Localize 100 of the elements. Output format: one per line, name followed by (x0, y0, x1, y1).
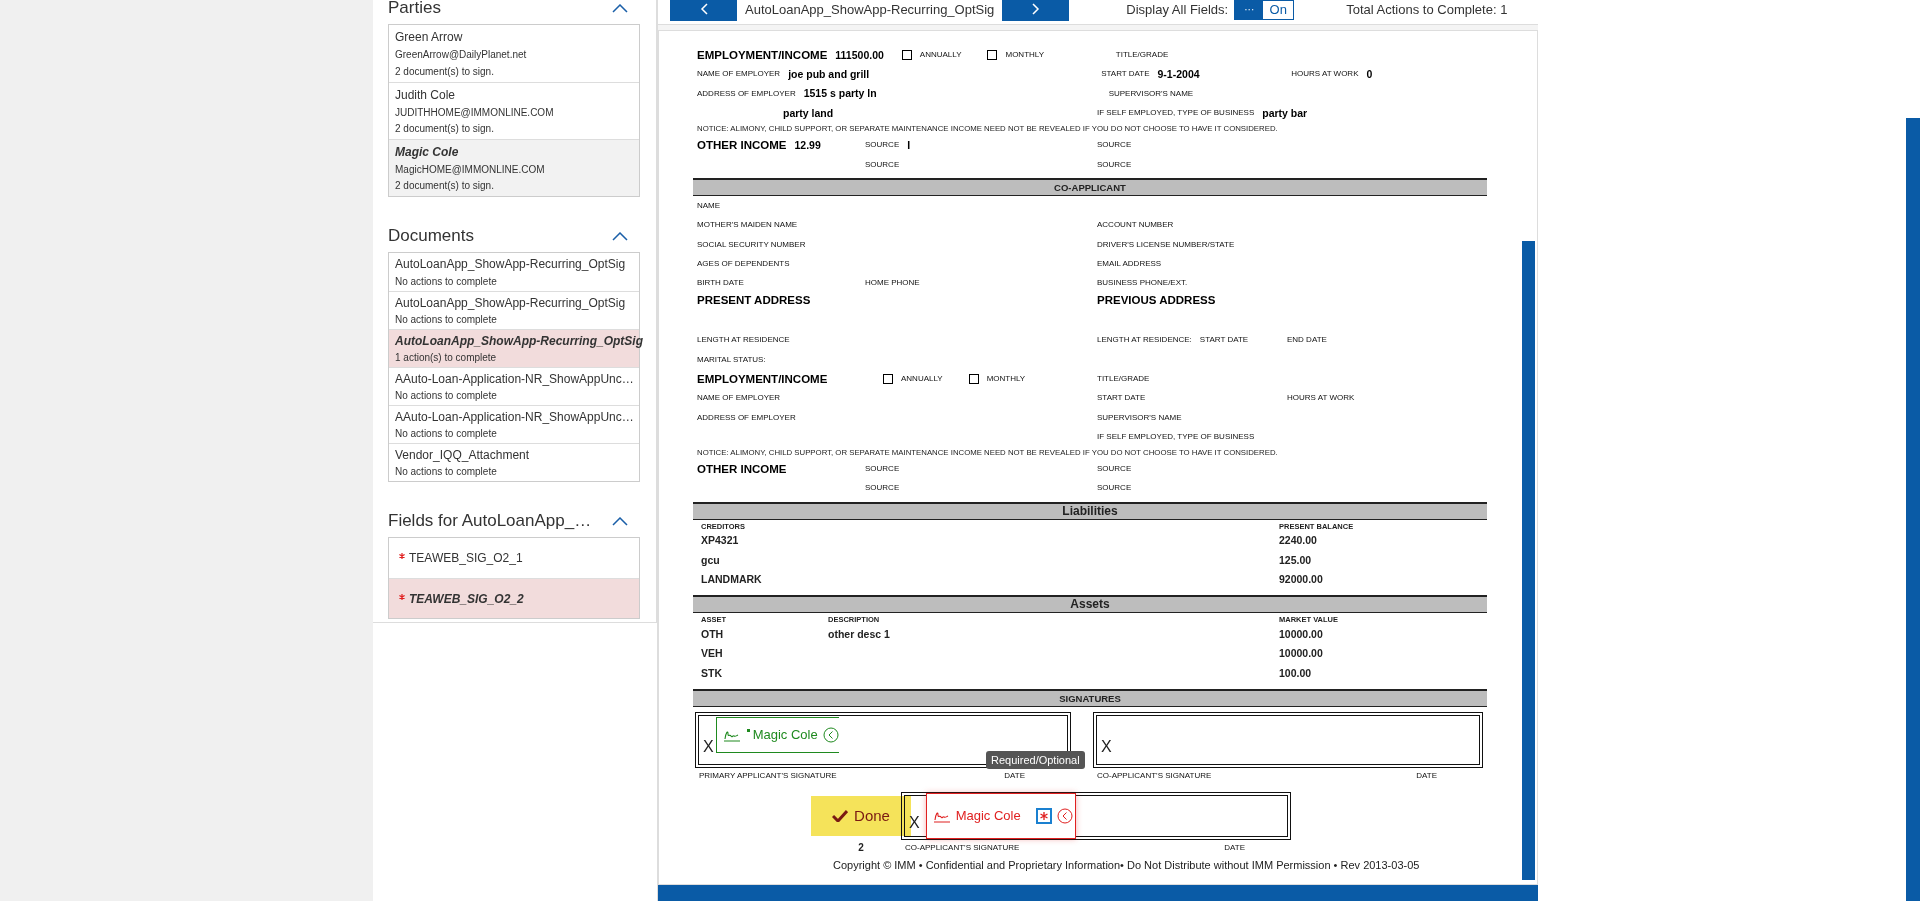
document-title: AutoLoanApp_ShowApp-Recurring_OptSig (745, 1, 995, 17)
required-icon (399, 593, 405, 600)
checkbox[interactable] (968, 373, 979, 384)
field-label: SOURCE (865, 483, 900, 493)
checkbox[interactable] (883, 373, 893, 384)
field-label: ADDRESS OF EMPLOYER (697, 88, 796, 98)
next-button[interactable] (1002, 0, 1070, 21)
copyright-text: Copyright © IMM • Confidential and Proprietary Information• Do Not Distribute without IMM Permission • Rev 2013-03-05 (833, 858, 1421, 871)
date-label: DATE (1004, 770, 1025, 780)
field-item[interactable]: TEAWEB_SIG_O2_2 (389, 578, 639, 618)
field-label: MOTHER'S MAIDEN NAME (697, 220, 798, 230)
table-cell: 10000.00 (1279, 647, 1323, 660)
field-label: ACCOUNT NUMBER (1097, 220, 1174, 230)
signature-label: CO-APPLICANT'S SIGNATURE (1097, 770, 1212, 780)
signature-tag[interactable]: Magic Cole (925, 792, 1076, 839)
section-label: EMPLOYMENT/INCOME (697, 372, 828, 385)
signature-x: X (703, 737, 714, 756)
field-label: HOURS AT WORK (1291, 69, 1359, 79)
checkbox-label: MONTHLY (986, 374, 1026, 383)
checkbox[interactable] (901, 49, 912, 60)
chevron-left-icon (699, 3, 708, 15)
section-title: Fields for AutoLoanApp_… (388, 511, 592, 531)
field-value: 111500.00 (835, 48, 884, 61)
field-label: AGES OF DEPENDENTS (697, 258, 790, 268)
field-label: TITLE/GRADE (1097, 374, 1150, 383)
field-value: 12.99 (794, 138, 821, 151)
table-cell: other desc 1 (828, 627, 890, 640)
collapse-icon[interactable] (612, 231, 628, 241)
field-label: BIRTH DATE (697, 278, 744, 288)
field-label: IF SELF EMPLOYED, TYPE OF BUSINESS (1097, 108, 1255, 118)
section-label: PREVIOUS ADDRESS (1097, 294, 1216, 307)
field-label: HOURS AT WORK (1287, 393, 1355, 403)
section-title: Documents (388, 226, 474, 246)
table-cell: VEH (701, 647, 723, 660)
table-cell: 100.00 (1279, 666, 1312, 679)
field-label: START DATE (1199, 335, 1249, 345)
table-cell: LANDMARK (701, 573, 762, 586)
field-label: BUSINESS PHONE/EXT. (1097, 278, 1188, 288)
signature-x: X (1101, 737, 1112, 756)
table-cell: STK (701, 666, 722, 679)
signature-tag[interactable]: Magic Cole (715, 716, 839, 753)
field-label: SUPERVISOR'S NAME (1097, 412, 1182, 422)
field-value: 0 (1366, 67, 1373, 80)
field-label: ADDRESS OF EMPLOYER (697, 412, 796, 422)
collapse-icon[interactable] (612, 516, 628, 526)
field-label: EMAIL ADDRESS (1097, 258, 1162, 268)
table-cell: 125.00 (1279, 553, 1312, 566)
chevron-right-icon (1031, 3, 1040, 15)
field-label: SOURCE (1097, 464, 1132, 474)
field-value: 9-1-2004 (1157, 67, 1200, 80)
total-actions: Total Actions to Complete: 1 (1346, 1, 1508, 17)
field-label: SOURCE (1097, 140, 1132, 150)
collapse-icon[interactable] (822, 726, 839, 743)
display-fields-toggle[interactable]: ··· On (1234, 0, 1295, 20)
section-label: OTHER INCOME (697, 462, 787, 475)
field-label: NAME OF EMPLOYER (697, 69, 781, 79)
table-cell: XP4321 (701, 534, 739, 547)
field-label: LENGTH AT RESIDENCE: (1097, 335, 1192, 345)
section-label: OTHER INCOME (697, 138, 787, 151)
signature-label: CO-APPLICANT'S SIGNATURE (905, 842, 1020, 852)
field-label: IF SELF EMPLOYED, TYPE OF BUSINESS (1097, 431, 1255, 441)
collapse-icon[interactable] (612, 3, 628, 13)
field-value: party land (783, 106, 834, 119)
table-cell: OTH (701, 627, 724, 640)
checkbox-label: MONTHLY (1005, 50, 1044, 60)
date-label: DATE (1224, 842, 1245, 852)
checkbox[interactable] (987, 49, 998, 60)
required-toggle[interactable] (1035, 807, 1052, 824)
field-label: HOME PHONE (865, 278, 920, 288)
field-label: END DATE (1287, 335, 1327, 345)
section-band: Assets (693, 595, 1487, 614)
field-label: SOURCE (1097, 483, 1132, 493)
section-label: PRESENT ADDRESS (697, 294, 811, 307)
field-label: NAME (697, 200, 721, 210)
table-cell: 2240.00 (1279, 534, 1317, 547)
field-label: SOURCE (865, 464, 900, 474)
required-icon (399, 553, 405, 559)
field-label: NAME OF EMPLOYER (697, 393, 781, 403)
field-value: party bar (1262, 106, 1308, 119)
tooltip: Required/Optional (986, 750, 1085, 769)
section-band: CO-APPLICANT (693, 177, 1487, 196)
section-label: EMPLOYMENT/INCOME (697, 48, 828, 61)
check-icon (832, 809, 849, 823)
date-label: DATE (1416, 770, 1437, 780)
field-value: joe pub and grill (788, 67, 870, 80)
table-cell: 10000.00 (1279, 627, 1323, 640)
field-value: 1515 s party ln (803, 87, 877, 100)
checkbox-label: ANNUALLY (919, 50, 962, 60)
field-label: START DATE (1101, 69, 1150, 79)
checkbox-label: ANNUALLY (901, 374, 943, 383)
display-fields-label: Display All Fields: (1126, 1, 1229, 17)
collapse-icon[interactable] (1056, 807, 1073, 824)
party-item[interactable]: Magic Cole MagicHOME@IMMONLINE.COM 2 document(s) to sign. (389, 139, 639, 196)
field-label: SOURCE (865, 140, 900, 150)
asterisk-icon (1039, 811, 1048, 820)
field-label: SUPERVISOR'S NAME (1108, 88, 1194, 98)
field-label: START DATE (1097, 393, 1146, 403)
field-label: TITLE/GRADE (1115, 50, 1169, 60)
field-label: SOCIAL SECURITY NUMBER (697, 239, 806, 249)
section-title: Parties (388, 0, 441, 18)
